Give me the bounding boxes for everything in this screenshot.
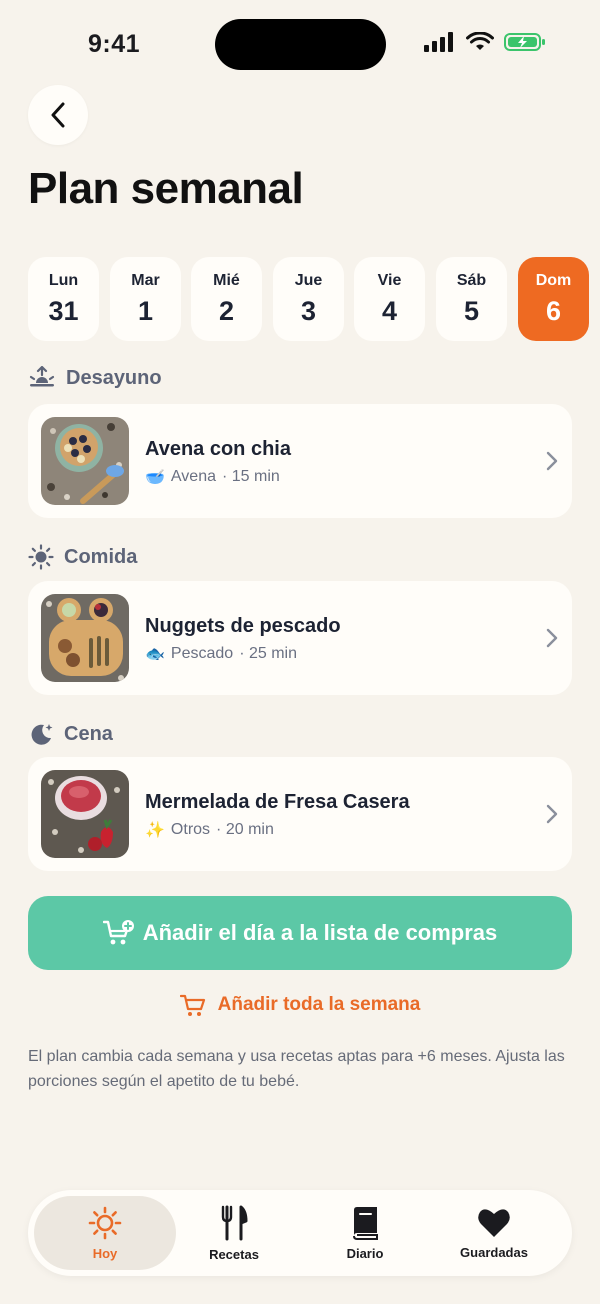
tab-bar: Hoy Recetas Diario Guardadas [28,1190,572,1276]
moon-icon [31,724,53,745]
sun-icon [28,544,54,570]
sun-icon [88,1206,122,1239]
meal-category: Otros [170,821,211,838]
chevron-right-icon [546,804,558,824]
day-tue[interactable]: Mar 1 [110,257,181,341]
heart-icon [478,1208,510,1237]
day-name: Lun [48,271,79,289]
fork-knife-icon [221,1205,248,1240]
tab-recipes[interactable]: Recetas [178,1196,290,1270]
tab-label: Hoy [92,1245,118,1261]
day-selector: Lun 31 Mar 1 Mié 2 Jue 3 Vie 4 Sáb 5 Dom… [28,257,600,341]
tab-diary[interactable]: Diario [310,1196,420,1270]
meal-thumbnail [41,417,129,505]
meal-category: Avena [170,468,216,485]
chevron-left-icon [51,102,65,128]
day-sun[interactable]: Dom 6 [518,257,589,341]
dynamic-island [215,19,386,70]
add-day-label: Añadir el día a la lista de compras [142,920,498,945]
add-week-link[interactable]: Añadir toda la semana [0,993,600,1017]
day-fri[interactable]: Vie 4 [354,257,425,341]
meal-meta: 🥣 Avena · 15 min [145,467,280,487]
fish-icon: 🐟 [145,646,165,663]
meal-title: Nuggets de pescado [145,615,341,637]
section-lunch: Comida [28,544,137,570]
day-name: Dom [535,271,572,289]
meal-card-dinner[interactable]: Mermelada de Fresa Casera ✨ Otros · 20 m… [28,757,572,871]
back-button[interactable] [28,85,88,145]
tab-label: Guardadas [460,1244,528,1260]
day-name: Vie [377,271,402,289]
book-icon [353,1206,378,1240]
meal-thumbnail [41,594,129,682]
day-number: 1 [137,295,154,326]
day-mon[interactable]: Lun 31 [28,257,99,341]
sunrise-icon [29,366,55,387]
day-number: 2 [218,295,235,326]
battery-icon [504,33,545,51]
meal-time: · 25 min [239,645,297,662]
cart-plus-icon [102,920,134,945]
meal-time: · 15 min [222,468,280,485]
tab-today[interactable]: Hoy [34,1196,176,1270]
meal-category: Pescado [170,645,234,662]
day-name: Jue [294,271,323,289]
day-wed[interactable]: Mié 2 [191,257,262,341]
chevron-right-icon [546,451,558,471]
tab-saved[interactable]: Guardadas [438,1196,550,1270]
section-dinner: Cena [28,721,113,747]
bowl-icon: 🥣 [145,469,165,486]
plan-note: El plan cambia cada semana y usa recetas… [28,1048,565,1090]
status-bar: 9:41 [0,0,600,90]
status-icons [424,32,546,52]
meal-card-lunch[interactable]: Nuggets de pescado 🐟 Pescado · 25 min [28,581,572,695]
section-label: Comida [64,545,138,568]
day-number: 3 [300,295,317,326]
sparkles-icon: ✨ [145,822,165,839]
page-title: Plan semanal [28,164,304,213]
chevron-right-icon [546,628,558,648]
wifi-icon [466,32,494,50]
day-sat[interactable]: Sáb 5 [436,257,507,341]
section-breakfast: Desayuno [28,366,162,390]
day-name: Mar [131,271,160,289]
add-week-label: Añadir toda la semana [217,994,421,1015]
meal-meta: ✨ Otros · 20 min [145,820,274,840]
section-label: Desayuno [66,366,162,389]
meal-time: · 20 min [216,821,274,838]
day-number: 5 [463,295,480,326]
day-name: Sáb [456,271,487,289]
meal-card-breakfast[interactable]: Avena con chia 🥣 Avena · 15 min [28,404,572,518]
signal-icon [424,32,453,52]
section-label: Cena [64,722,113,745]
day-thu[interactable]: Jue 3 [273,257,344,341]
tab-label: Diario [346,1245,384,1261]
day-number: 31 [48,295,79,326]
day-number: 4 [381,295,398,326]
day-name: Mié [213,271,240,289]
status-time: 9:41 [88,30,141,58]
meal-title: Mermelada de Fresa Casera [145,791,410,813]
meal-title: Avena con chia [145,438,291,460]
meal-thumbnail [41,770,129,858]
meal-meta: 🐟 Pescado · 25 min [145,644,297,664]
day-number: 6 [545,295,562,326]
cart-icon [179,994,205,1016]
tab-label: Recetas [209,1246,259,1262]
add-day-to-shopping-list-button[interactable]: Añadir el día a la lista de compras [28,896,572,970]
